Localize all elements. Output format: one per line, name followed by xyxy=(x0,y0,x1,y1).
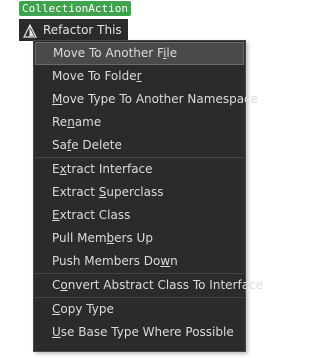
menu-item[interactable]: Rename xyxy=(35,111,244,134)
menu-item-label: n xyxy=(170,254,178,268)
menu-item-mnemonic: n xyxy=(67,115,75,129)
menu-item-label: Re xyxy=(52,115,68,129)
menu-item[interactable]: Convert Abstract Class To Interface xyxy=(35,274,263,297)
menu-item-label: Extract xyxy=(52,185,99,199)
menu-item-label: ove Type To Another Namespace xyxy=(62,92,259,106)
menu-item-label: ers Up xyxy=(114,231,153,245)
editor-canvas: CollectionAction Refactor This Move To A… xyxy=(0,0,263,358)
refactor-popup-title: Refactor This xyxy=(43,23,122,37)
class-name-label: CollectionAction xyxy=(19,1,131,16)
menu-item-mnemonic: x xyxy=(59,162,67,176)
menu-item-label: Sa xyxy=(52,138,67,152)
menu-item-label: se Base Type Where Possible xyxy=(60,325,234,339)
menu-item-mnemonic: E xyxy=(52,208,60,222)
menu-item-label: ame xyxy=(74,115,102,129)
menu-item-label: Pull Mem xyxy=(52,231,107,245)
menu-item[interactable]: Extract Superclass xyxy=(35,181,244,204)
menu-item-label: xtract Class xyxy=(59,208,131,222)
refactor-icon xyxy=(23,23,37,38)
menu-item[interactable]: Move Type To Another Namespace xyxy=(35,88,258,111)
menu-item[interactable]: Move To Folder xyxy=(35,65,244,88)
menu-item-mnemonic: w xyxy=(160,254,171,268)
menu-item-mnemonic: M xyxy=(52,92,63,106)
menu-item-label: le xyxy=(166,46,178,60)
menu-item[interactable]: Use Base Type Where Possible xyxy=(35,321,244,344)
menu-item-label: Push Members Do xyxy=(52,254,161,268)
menu-item-label: Move To Another F xyxy=(53,46,164,60)
menu-item-label: opy Type xyxy=(60,302,114,316)
refactor-menu: Move To Another File Move To Folder Move T… xyxy=(33,40,263,352)
menu-item-mnemonic: U xyxy=(52,325,61,339)
menu-item[interactable]: Extract Class xyxy=(35,204,244,227)
menu-item[interactable]: Pull Members Up xyxy=(35,227,244,250)
menu-item[interactable]: Move To Another File xyxy=(35,42,244,65)
menu-item-label: uperclass xyxy=(106,185,164,199)
menu-item-label: nvert Abstract Class To Interface xyxy=(67,278,264,292)
menu-item[interactable]: Extract Interface xyxy=(35,158,244,181)
menu-item[interactable]: Copy Type xyxy=(35,298,244,321)
menu-item-label: E xyxy=(52,162,60,176)
menu-item-mnemonic: o xyxy=(60,278,68,292)
menu-item-label: Move To Folde xyxy=(52,69,137,83)
menu-item-label: e Delete xyxy=(71,138,122,152)
menu-item-label: tract Interface xyxy=(66,162,153,176)
menu-item-mnemonic: r xyxy=(136,69,142,83)
menu-item[interactable]: Push Members Down xyxy=(35,250,244,273)
menu-item[interactable]: Safe Delete xyxy=(35,134,244,157)
refactor-popup-header: Refactor This xyxy=(19,19,128,41)
